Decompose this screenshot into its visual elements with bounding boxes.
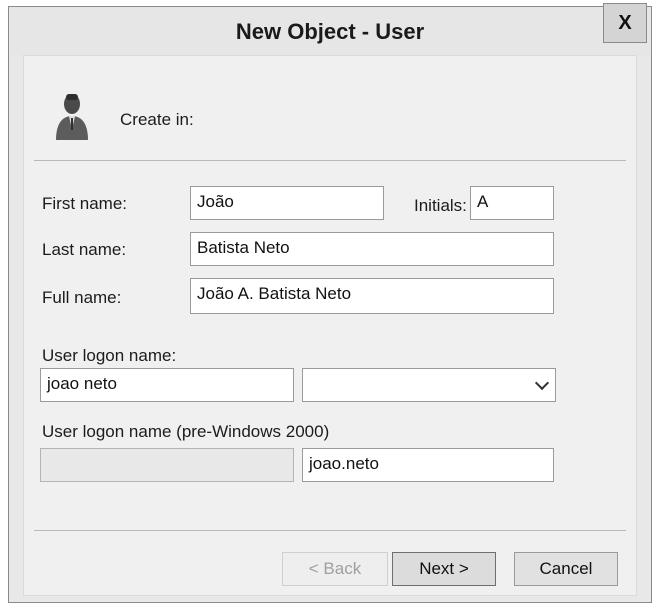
close-button[interactable]: X: [603, 3, 647, 43]
initials-label: Initials:: [414, 196, 467, 215]
pre2000-label: User logon name (pre-Windows 2000): [42, 422, 330, 441]
full-name-label: Full name:: [42, 288, 122, 307]
create-in-label: Create in:: [120, 110, 194, 129]
next-button[interactable]: Next >: [392, 552, 496, 586]
upn-suffix-dropdown[interactable]: [302, 368, 556, 402]
new-user-dialog: New Object - User X Create in: First nam…: [8, 3, 652, 603]
pre2000-name-field[interactable]: joao.neto: [302, 448, 554, 482]
full-name-field[interactable]: João A. Batista Neto: [190, 278, 554, 314]
cancel-button[interactable]: Cancel: [514, 552, 618, 586]
last-name-label: Last name:: [42, 240, 127, 259]
initials-field[interactable]: A: [470, 186, 554, 220]
back-button[interactable]: < Back: [282, 552, 388, 586]
dialog-content: Create in: First name: João Initials: A …: [23, 55, 637, 596]
logon-name-label: User logon name:: [42, 346, 177, 365]
user-silhouette-icon: [52, 90, 92, 142]
first-name-label: First name:: [42, 194, 128, 213]
pre2000-domain-field: [40, 448, 294, 482]
chevron-down-icon: [534, 375, 550, 391]
first-name-field[interactable]: João: [190, 186, 384, 220]
dialog-title: New Object - User: [235, 19, 425, 44]
footer-divider: [34, 530, 626, 531]
logon-name-field[interactable]: joao neto: [40, 368, 294, 402]
close-icon: X: [618, 11, 632, 34]
last-name-field[interactable]: Batista Neto: [190, 232, 554, 266]
title-bar: New Object - User X: [9, 3, 651, 55]
header-divider: [34, 160, 626, 161]
